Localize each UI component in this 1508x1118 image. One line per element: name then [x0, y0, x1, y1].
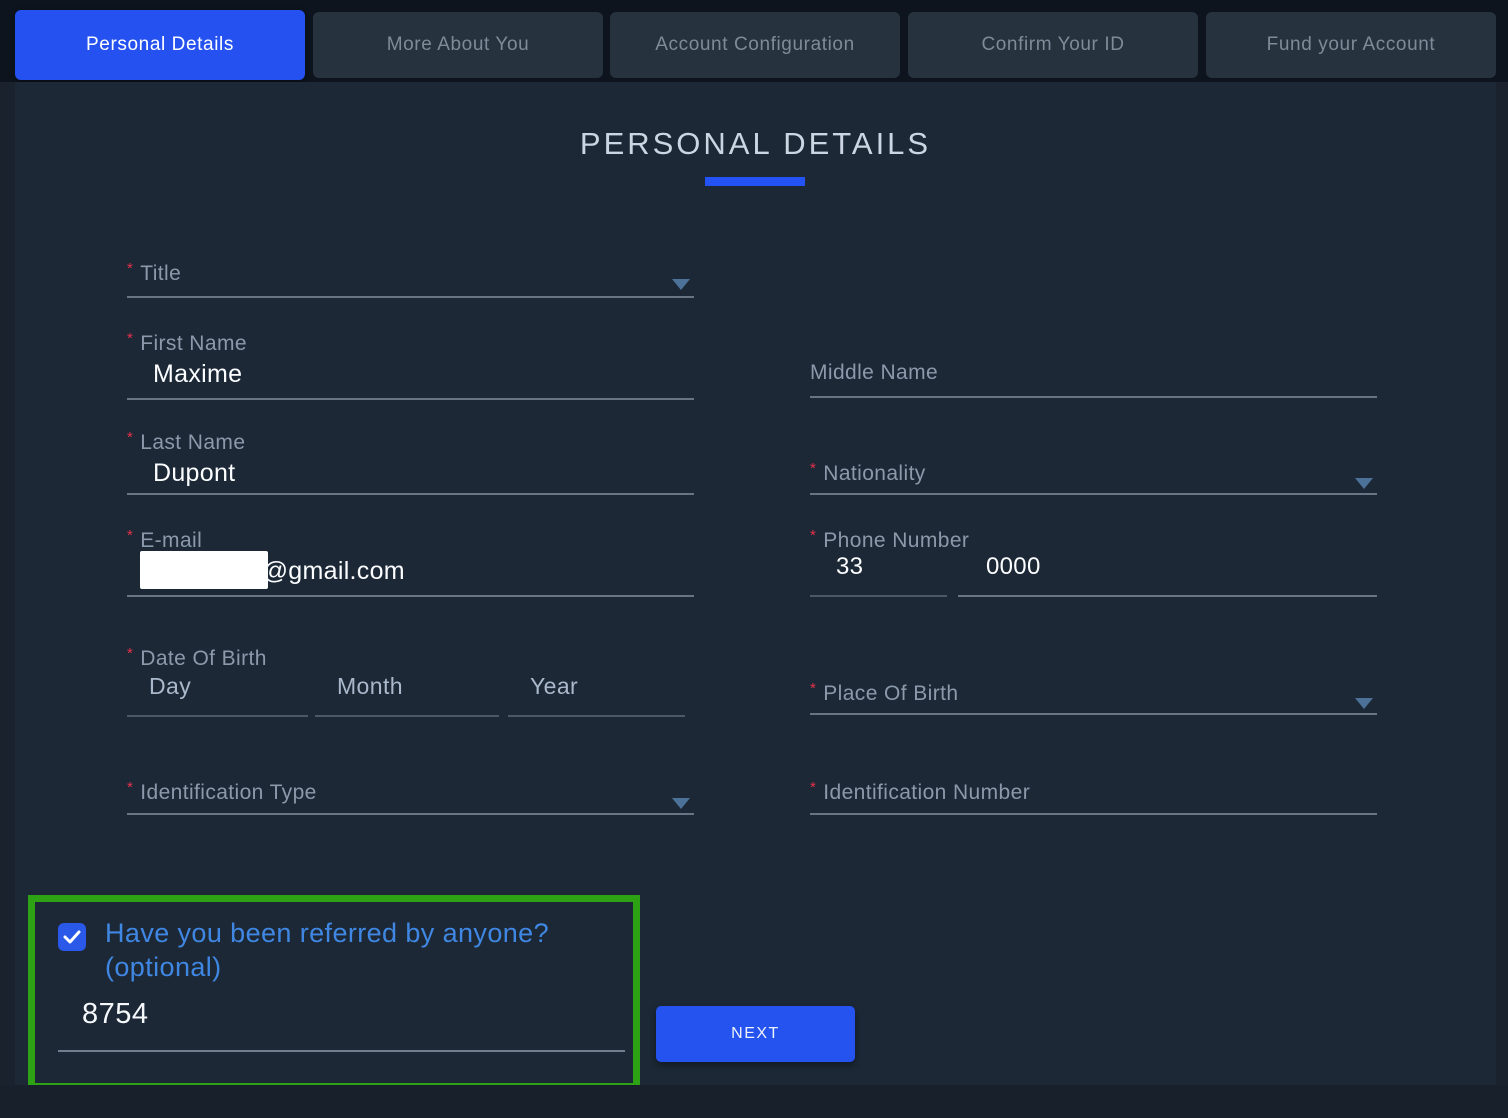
email-redaction-box	[140, 551, 268, 589]
referral-highlight-annotation: Have you been referred by anyone? (optio…	[28, 895, 640, 1090]
chevron-down-icon	[1355, 478, 1373, 489]
middle-name-field[interactable]: Middle Name	[810, 361, 1377, 398]
referral-question: Have you been referred by anyone? (optio…	[105, 916, 585, 984]
field-underline	[958, 595, 1377, 597]
identification-number-label: *Identification Number	[810, 779, 1377, 805]
phone-code-field[interactable]: 33	[810, 545, 947, 597]
tab-personal-details[interactable]: Personal Details	[15, 10, 305, 80]
first-name-field[interactable]: *First Name Maxime	[127, 330, 694, 400]
chevron-down-icon	[672, 798, 690, 809]
tab-fund-your-account[interactable]: Fund your Account	[1206, 12, 1496, 78]
field-underline	[127, 715, 308, 717]
email-value[interactable]: r@gmail.com	[254, 557, 405, 586]
email-label: *E-mail	[127, 527, 694, 553]
next-button[interactable]: NEXT	[656, 1006, 855, 1062]
required-asterisk: *	[810, 460, 816, 477]
chevron-down-icon	[1355, 698, 1373, 709]
field-underline	[810, 713, 1377, 715]
phone-code-value[interactable]: 33	[836, 553, 863, 581]
last-name-value[interactable]: Dupont	[153, 459, 235, 488]
required-asterisk: *	[127, 330, 133, 347]
required-asterisk: *	[810, 680, 816, 697]
field-underline	[127, 296, 694, 298]
required-asterisk: *	[127, 779, 133, 796]
nationality-select[interactable]: *Nationality	[810, 460, 1377, 495]
identification-type-select[interactable]: *Identification Type	[127, 779, 694, 815]
tab-more-about-you[interactable]: More About You	[313, 12, 603, 78]
field-underline	[127, 813, 694, 815]
phone-number-field[interactable]: 0000	[958, 545, 1377, 597]
phone-number-value[interactable]: 0000	[986, 553, 1041, 581]
required-asterisk: *	[127, 429, 133, 446]
checkmark-icon	[63, 930, 81, 944]
footer-strip	[0, 1085, 1508, 1118]
dob-year-value: Year	[530, 673, 578, 700]
identification-number-field[interactable]: *Identification Number	[810, 779, 1377, 815]
field-underline	[810, 813, 1377, 815]
field-underline	[315, 715, 499, 717]
wizard-tabbar: Personal Details More About You Account …	[0, 0, 1508, 82]
chevron-down-icon	[672, 279, 690, 290]
field-underline	[508, 715, 685, 717]
field-underline	[810, 493, 1377, 495]
place-of-birth-select[interactable]: *Place Of Birth	[810, 680, 1377, 715]
first-name-value[interactable]: Maxime	[153, 360, 242, 389]
dob-month-select[interactable]: Month	[315, 665, 499, 717]
field-underline	[810, 396, 1377, 398]
nationality-label: *Nationality	[810, 460, 1377, 486]
field-underline	[127, 398, 694, 400]
form-panel: PERSONAL DETAILS *Title *First Name Maxi…	[15, 82, 1496, 1085]
first-name-label: *First Name	[127, 330, 694, 356]
field-underline	[127, 595, 694, 597]
registration-page: Personal Details More About You Account …	[0, 0, 1508, 1118]
identification-type-label: *Identification Type	[127, 779, 694, 805]
required-asterisk: *	[127, 645, 133, 662]
dob-month-value: Month	[337, 673, 403, 700]
dob-day-select[interactable]: Day	[127, 665, 308, 717]
required-asterisk: *	[810, 779, 816, 796]
dob-day-value: Day	[149, 673, 191, 700]
field-underline	[810, 595, 947, 597]
referral-code-input[interactable]: 8754	[82, 998, 149, 1031]
title-underline-accent	[705, 177, 805, 186]
last-name-label: *Last Name	[127, 429, 694, 455]
referral-checkbox[interactable]	[58, 923, 86, 951]
tab-account-configuration[interactable]: Account Configuration	[610, 12, 900, 78]
last-name-field[interactable]: *Last Name Dupont	[127, 429, 694, 495]
middle-name-label: Middle Name	[810, 361, 1377, 385]
field-underline	[127, 493, 694, 495]
email-field[interactable]: *E-mail r@gmail.com	[127, 527, 694, 597]
required-asterisk: *	[810, 527, 816, 544]
title-label: *Title	[127, 260, 694, 286]
required-asterisk: *	[127, 260, 133, 277]
tab-confirm-your-id[interactable]: Confirm Your ID	[908, 12, 1198, 78]
page-title: PERSONAL DETAILS	[15, 126, 1496, 162]
dob-year-select[interactable]: Year	[508, 665, 685, 717]
required-asterisk: *	[127, 527, 133, 544]
place-of-birth-label: *Place Of Birth	[810, 680, 1377, 706]
title-select[interactable]: *Title	[127, 260, 694, 298]
field-underline	[58, 1050, 625, 1052]
